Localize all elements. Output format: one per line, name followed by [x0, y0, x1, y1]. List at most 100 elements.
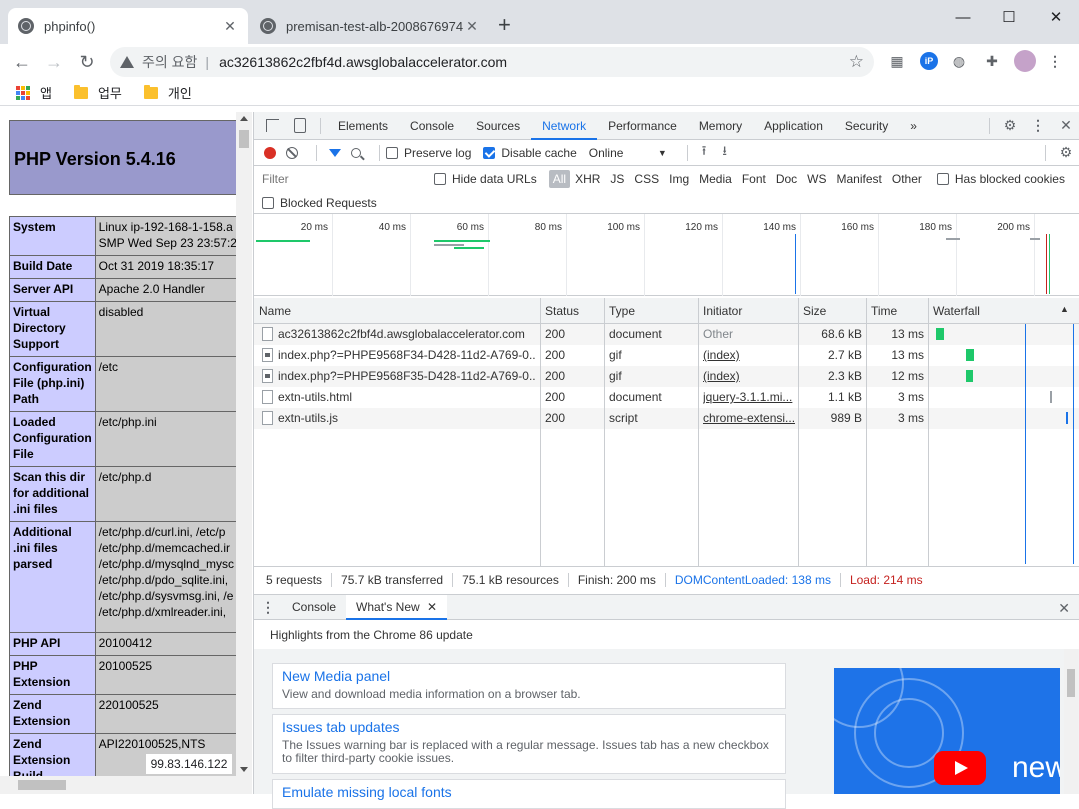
checkbox-box[interactable] [434, 173, 446, 185]
column-header-size[interactable]: Size [803, 304, 826, 318]
feature-title[interactable]: Emulate missing local fonts [282, 784, 776, 800]
filter-type-js[interactable]: JS [605, 172, 629, 186]
profile-avatar[interactable] [1014, 50, 1036, 72]
window-close-button[interactable]: ✕ [1033, 2, 1079, 32]
video-thumbnail[interactable]: new [834, 668, 1060, 794]
puzzle-extensions-icon[interactable]: ✚ [983, 52, 1001, 70]
table-row[interactable]: ac32613862c2fbf4d.awsglobalaccelerator.c… [254, 324, 1079, 345]
cell-initiator[interactable]: (index) [703, 369, 795, 383]
column-header-type[interactable]: Type [609, 304, 635, 318]
url-text[interactable]: ac32613862c2fbf4d.awsglobalaccelerator.c… [219, 54, 874, 70]
column-header-initiator[interactable]: Initiator [703, 304, 742, 318]
has-blocked-cookies-checkbox[interactable]: Has blocked cookies [936, 172, 1065, 186]
table-row[interactable]: extn-utils.js 200 script chrome-extensi... 9… [254, 408, 1079, 429]
clear-icon[interactable] [286, 146, 298, 159]
scrollbar-thumb[interactable] [18, 780, 66, 790]
table-row[interactable]: index.php?=PHPE9568F35-D428-11d2-A769-0.… [254, 366, 1079, 387]
device-toolbar-icon[interactable] [286, 112, 314, 140]
filter-type-doc[interactable]: Doc [771, 172, 802, 186]
tab-memory[interactable]: Memory [688, 112, 753, 140]
drawer-tab-whats-new[interactable]: What's New ✕ [346, 594, 448, 620]
filter-type-manifest[interactable]: Manifest [832, 172, 887, 186]
back-arrow-icon[interactable]: ← [10, 50, 34, 74]
network-settings-gear-icon[interactable]: ⚙ [1052, 139, 1079, 167]
ip-extension-icon[interactable]: iP [920, 52, 938, 70]
column-divider[interactable] [866, 298, 867, 566]
export-har-icon[interactable]: ⭳ [722, 142, 727, 164]
column-divider[interactable] [798, 298, 799, 566]
page-vertical-scrollbar[interactable] [236, 112, 252, 776]
cell-name[interactable]: extn-utils.html [278, 390, 536, 404]
close-icon[interactable]: ✕ [464, 18, 480, 35]
bookmark-folder-work[interactable]: 업무 [73, 83, 122, 102]
column-divider[interactable] [604, 298, 605, 566]
cell-name[interactable]: ac32613862c2fbf4d.awsglobalaccelerator.c… [278, 327, 536, 341]
table-row[interactable]: index.php?=PHPE9568F34-D428-11d2-A769-0.… [254, 345, 1079, 366]
address-bar[interactable]: 주의 요함 | ac32613862c2fbf4d.awsglobalaccel… [110, 47, 874, 77]
filter-type-css[interactable]: CSS [629, 172, 664, 186]
filter-type-ws[interactable]: WS [802, 172, 831, 186]
column-header-name[interactable]: Name [259, 304, 291, 318]
settings-gear-icon[interactable]: ⚙ [996, 112, 1024, 140]
page-horizontal-scrollbar[interactable] [0, 776, 252, 794]
scrollbar-thumb[interactable] [239, 130, 249, 148]
filter-input[interactable] [258, 170, 422, 188]
tab-application[interactable]: Application [753, 112, 834, 140]
forward-arrow-icon[interactable]: → [42, 50, 66, 74]
column-header-waterfall[interactable]: Waterfall [933, 304, 980, 318]
hide-data-urls-checkbox[interactable]: Hide data URLs [434, 172, 537, 186]
filter-icon[interactable] [329, 148, 341, 157]
feature-title[interactable]: New Media panel [282, 668, 776, 684]
cell-name[interactable]: index.php?=PHPE9568F35-D428-11d2-A769-0.… [278, 369, 536, 383]
drawer-menu-icon[interactable]: ⋮ [254, 599, 282, 616]
cell-name[interactable]: extn-utils.js [278, 411, 536, 425]
filter-type-media[interactable]: Media [694, 172, 737, 186]
menu-kebab-icon[interactable]: ⋮ [1046, 52, 1064, 70]
scroll-up-icon[interactable] [240, 116, 248, 121]
new-tab-button[interactable]: + [498, 12, 511, 38]
tab-sources[interactable]: Sources [465, 112, 531, 140]
feature-card[interactable]: Issues tab updates The Issues warning ba… [272, 714, 786, 774]
globe-extension-icon[interactable]: ◍ [950, 52, 968, 70]
cell-name[interactable]: index.php?=PHPE9568F34-D428-11d2-A769-0.… [278, 348, 536, 362]
tab-phpinfo[interactable]: phpinfo() ✕ [8, 8, 248, 44]
checkbox-box[interactable] [936, 173, 949, 185]
column-divider[interactable] [698, 298, 699, 566]
filter-type-all[interactable]: All [548, 170, 571, 188]
feature-card[interactable]: New Media panel View and download media … [272, 663, 786, 709]
network-overview-timeline[interactable]: 20 ms 40 ms 60 ms 80 ms 100 ms 120 ms 140 ms 16… [254, 214, 1079, 296]
column-header-time[interactable]: Time [871, 304, 897, 318]
tab-premisan[interactable]: premisan-test-alb-2008676974.u ✕ [250, 8, 490, 44]
feature-title[interactable]: Issues tab updates [282, 719, 776, 735]
scrollbar-thumb[interactable] [1067, 669, 1075, 697]
record-icon[interactable] [264, 146, 276, 159]
drawer-close-button[interactable]: ✕ [1058, 600, 1070, 617]
qr-code-icon[interactable]: ▦ [888, 52, 906, 70]
search-icon[interactable] [351, 147, 361, 158]
scroll-down-icon[interactable] [240, 767, 248, 772]
preserve-log-checkbox[interactable]: Preserve log [386, 146, 471, 160]
bookmark-star-icon[interactable]: ☆ [849, 52, 864, 72]
cell-initiator[interactable]: jquery-3.1.1.mi... [703, 390, 795, 404]
sort-ascending-icon[interactable]: ▲ [1060, 304, 1069, 314]
cell-initiator[interactable]: chrome-extensi... [703, 411, 795, 425]
column-header-status[interactable]: Status [545, 304, 579, 318]
more-tabs-button[interactable]: » [899, 112, 928, 140]
reload-icon[interactable]: ↻ [75, 50, 99, 74]
tab-elements[interactable]: Elements [327, 112, 399, 140]
bookmark-folder-personal[interactable]: 개인 [143, 83, 192, 102]
disable-cache-checkbox[interactable]: Disable cache [483, 146, 577, 160]
bookmark-apps[interactable]: 앱 [16, 83, 52, 102]
play-button-icon[interactable] [934, 751, 986, 785]
maximize-button[interactable]: ☐ [986, 2, 1032, 32]
inspect-element-icon[interactable] [258, 112, 286, 140]
security-label[interactable]: 주의 요함 [142, 52, 197, 72]
tab-network[interactable]: Network [531, 112, 598, 140]
column-divider[interactable] [540, 298, 541, 566]
column-divider[interactable] [928, 298, 929, 566]
blocked-requests-checkbox[interactable]: Blocked Requests [262, 196, 377, 210]
tab-console[interactable]: Console [399, 112, 465, 140]
filter-type-img[interactable]: Img [664, 172, 694, 186]
cell-initiator[interactable]: (index) [703, 348, 795, 362]
minimize-button[interactable]: — [940, 2, 986, 32]
